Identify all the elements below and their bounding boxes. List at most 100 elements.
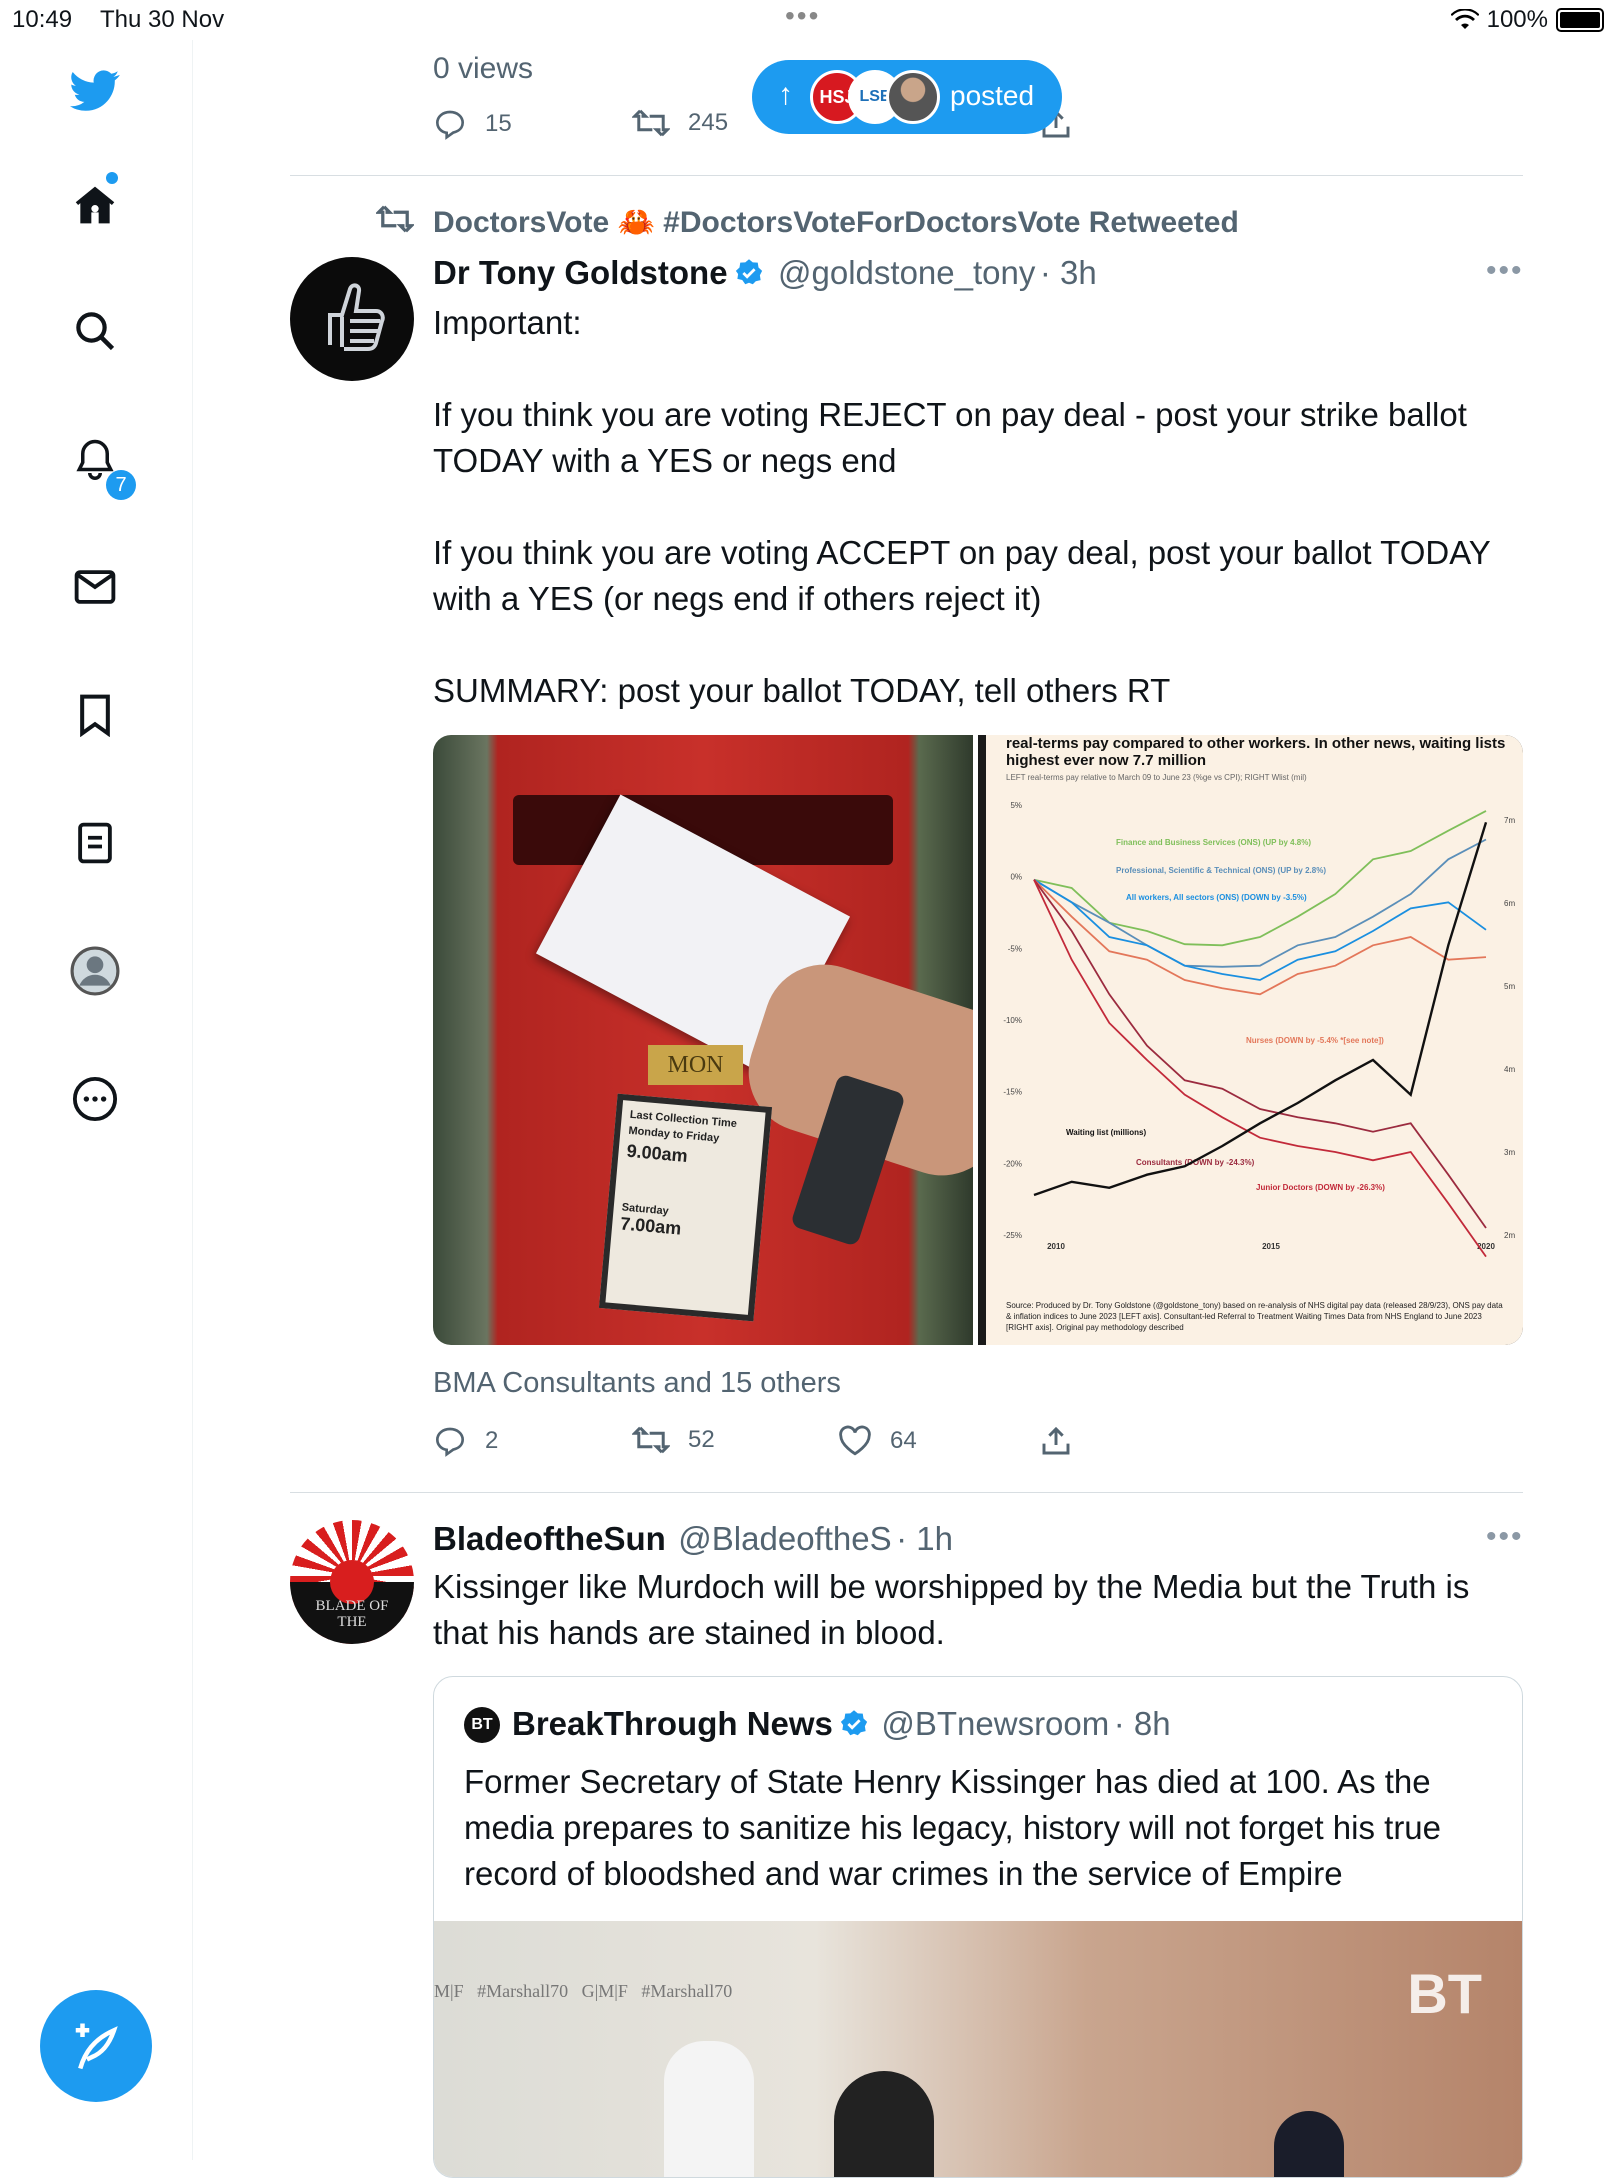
status-time: 10:49 [12,6,73,33]
share-button[interactable] [1040,1425,1072,1462]
chart-svg: 5% 0% -5% -10% -15% -20% -25% 7m 6m 5m 4m 3m 2m 2010 2… [1003,801,1515,1258]
retweet-button[interactable]: 52 [632,1425,715,1455]
tweet-text: Important: If you think you are voting R… [433,304,1491,709]
quote-author-handle: @BTnewsroom [881,1705,1110,1742]
status-bar: 10:49 Thu 30 Nov ••• 100% [0,0,1620,40]
prev-tweet-views: 0 views [433,52,534,85]
chart-x-tick-label: 2015 [1262,1242,1280,1251]
retweet-icon [632,109,670,137]
battery-icon [1556,8,1604,32]
retweet-context-icon [374,204,416,239]
lists-icon [78,822,112,864]
quote-avatar[interactable]: BT [464,1707,500,1743]
quote-text: Former Secretary of State Henry Kissinge… [464,1763,1451,1892]
collection-times-plate: Last Collection Time Monday to Friday 9.… [598,1093,773,1322]
sidebar-item-more[interactable] [70,1074,120,1124]
prev-retweet-button[interactable]: 245 [632,108,728,138]
postbox-plate: MON [648,1045,743,1085]
chart-left-tick-label: -10% [1003,1016,1022,1025]
prev-reply-button[interactable]: 15 [433,108,512,140]
retweet-icon [632,1426,670,1454]
search-icon [76,312,115,351]
quote-media-speaker [664,2041,754,2177]
wifi-icon [1450,9,1479,29]
chart-right-tick-label: 6m [1504,899,1515,908]
reply-icon [435,1427,465,1457]
prev-retweet-count: 245 [688,109,729,136]
chart-left-tick-label: 0% [1010,873,1022,882]
new-posts-toast[interactable]: ↑ HSJ LSE posted [752,60,1062,134]
reply-button[interactable]: 2 [433,1425,498,1457]
tweet-media-chart[interactable]: real-terms pay compared to other workers… [978,735,1523,1345]
chart-right-tick-label: 3m [1504,1148,1515,1157]
battery-status: 100% [1450,6,1604,34]
chart-x-tick-label: 2010 [1047,1242,1065,1251]
sidebar-nav: 7 [0,40,193,2160]
tweet-more-button[interactable]: ••• [1486,1520,1524,1554]
sidebar-item-bookmarks[interactable] [70,690,120,740]
tweet-timestamp[interactable]: · 3h [1040,254,1097,291]
chart-series-line [1033,879,1487,1229]
tweet-author-name[interactable]: Dr Tony Goldstone [433,254,728,291]
quote-timestamp: · 8h [1113,1705,1171,1742]
chart-right-tick-label: 2m [1504,1231,1515,1240]
toast-label: posted [950,80,1035,111]
reply-icon [435,110,465,140]
more-circle-icon [72,1076,118,1122]
arrow-up-icon: ↑ [778,78,793,111]
chart-series-line [1033,810,1487,947]
tweet-divider [290,1492,1523,1493]
chart-series-label: Nurses (DOWN by -5.4% *[see note]) [1246,1036,1384,1045]
avatar-text: BLADE OF THE [315,1598,389,1630]
chart-left-tick-label: -5% [1008,944,1022,953]
tweet-avatar[interactable] [290,257,414,381]
chart-left-tick-label: 5% [1010,801,1022,810]
chart-left-tick-label: -15% [1003,1088,1022,1097]
chart-series-line [1033,838,1487,968]
chart-right-tick-label: 4m [1504,1065,1515,1074]
tweet-author-name[interactable]: BladeoftheSun [433,1520,666,1557]
sidebar-item-lists[interactable] [70,818,120,868]
tweet-text: Kissinger like Murdoch will be worshippe… [433,1568,1479,1651]
share-icon [1042,1426,1070,1455]
tweet-avatar[interactable]: BLADE OF THE [290,1520,414,1644]
multitask-dots[interactable]: ••• [785,0,820,32]
chart-subtitle: LEFT real-terms pay relative to March 09… [1006,773,1307,782]
quote-tweet[interactable]: BT BreakThrough News @BTnewsroom · 8h Fo… [433,1676,1523,2178]
chart-source: Source: Produced by Dr. Tony Goldstone (… [1006,1301,1503,1332]
sidebar-item-profile[interactable] [70,946,120,996]
retweet-count: 52 [688,1426,715,1453]
tweet-more-button[interactable]: ••• [1486,254,1524,288]
retweet-context-label[interactable]: DoctorsVote 🦀 #DoctorsVoteForDoctorsVote… [433,205,1239,240]
chart-series-label: All workers, All sectors (ONS) (DOWN by … [1126,893,1307,902]
compose-tweet-button[interactable] [40,1990,152,2102]
chart-title: real-terms pay compared to other workers… [1006,735,1506,769]
tweet-author-handle[interactable]: @BladeoftheS [678,1520,891,1557]
quote-media-video[interactable]: M|F #Marshall70 G|M|F #Marshall70 BT [434,1921,1522,2177]
chart-series-label: Junior Doctors (DOWN by -26.3%) [1256,1183,1385,1192]
sidebar-item-messages[interactable] [70,562,120,612]
sidebar-item-explore[interactable] [70,306,120,356]
quote-author-name: BreakThrough News [512,1705,833,1742]
tweet-author-handle[interactable]: @goldstone_tony [778,254,1035,291]
compose-feather-icon [75,2023,118,2070]
tweet-timestamp[interactable]: · 1h [896,1520,953,1557]
liked-by-text[interactable]: BMA Consultants and 15 others [433,1367,841,1400]
home-unread-dot [106,172,118,184]
chart-series-label: Waiting list (millions) [1066,1128,1146,1137]
tweet-divider [290,175,1523,176]
chart-right-tick-label: 7m [1504,816,1515,825]
like-button[interactable]: 64 [838,1425,917,1457]
chart-left-tick-label: -25% [1003,1231,1022,1240]
quote-avatar-text: BT [471,1716,493,1733]
notifications-badge: 7 [106,470,136,500]
chart-series-label: Professional, Scientific & Technical (ON… [1116,866,1326,875]
bookmark-icon [80,694,110,737]
quote-media-person [834,2071,934,2177]
tweet-media-photo[interactable]: MON Last Collection Time Monday to Frida… [433,735,973,1345]
twitter-logo-icon[interactable] [70,66,120,116]
verified-badge-icon [840,1710,868,1736]
reply-count: 2 [485,1427,499,1454]
sidebar-item-home[interactable] [70,180,120,230]
avatar-icon [70,946,120,996]
